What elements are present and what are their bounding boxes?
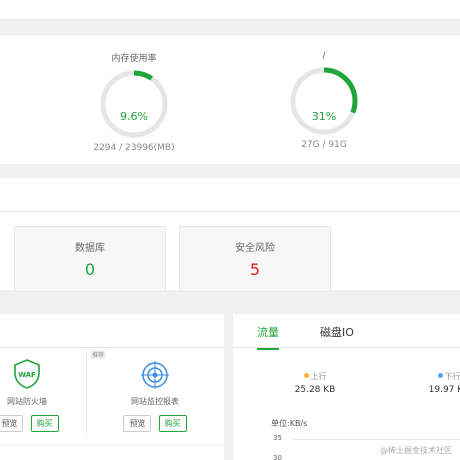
traffic-panel: 流量 磁盘IO 上行 25.28 KB 下行 19.97 KB 单位:KB/s … [233,314,460,460]
software-col-divider [86,348,87,438]
software-item-monitor: 网站监控报表 预览 购买 [100,348,210,432]
stat-card-security-risk[interactable]: 安全风险 5 [179,226,331,292]
software-row-divider [0,444,224,445]
y-tick-35: 35 [273,434,282,442]
buy-button-waf[interactable]: 购买 [30,415,59,432]
download-dot-icon [437,373,443,378]
software-name-waf: 网站防火墙 [7,397,47,406]
waf-icon-text: WAF [18,371,36,379]
software-item-waf: WAF 网站防火墙 预览 购买 [0,348,82,432]
software-name-monitor: 网站监控报表 [131,397,179,406]
waf-shield-icon: WAF [14,359,40,389]
upload-label: 上行 [310,372,327,381]
stat-value-security-risk[interactable]: 5 [180,260,330,279]
overview-panel: 数据库 0 安全风险 5 [0,178,460,292]
download-value: 19.97 KB [428,385,460,395]
buy-button-monitor[interactable]: 购买 [158,415,187,432]
memory-gauge-percent: 9.6% [120,110,148,123]
stat-label-security-risk: 安全风险 [235,243,275,254]
tab-disk-io[interactable]: 磁盘IO [320,324,354,348]
tabs-divider [233,347,460,348]
upload-stat: 上行 25.28 KB [275,371,355,395]
memory-gauge-ring [100,70,168,138]
download-stat: 下行 19.97 KB [409,371,460,395]
disk-gauge[interactable]: / 31% 27G / 91G [274,51,374,150]
chart-unit-label: 单位:KB/s [271,419,308,428]
disk-gauge-usage: 27G / 91G [301,140,347,150]
watermark: @稀土掘金技术社区 [380,446,452,455]
software-panel: WAF 网站防火墙 预览 购买 推荐 网站监控报表 预览 购买 [0,314,224,460]
stat-card-database[interactable]: 数据库 0 [14,226,166,292]
disk-gauge-ring [290,67,358,135]
y-tick-30: 30 [273,454,282,460]
memory-gauge-title: 内存使用率 [111,54,157,64]
stat-label-database: 数据库 [75,243,105,254]
status-gauges-panel: 内存使用率 9.6% 2294 / 23996(MB) / 31% 27G / … [0,34,460,164]
memory-gauge[interactable]: 内存使用率 9.6% 2294 / 23996(MB) [84,51,184,153]
disk-gauge-title: / [322,51,326,61]
stat-value-database[interactable]: 0 [15,260,165,279]
preview-button-waf[interactable]: 预览 [0,415,24,432]
gridline-35 [293,439,460,440]
upload-value: 25.28 KB [294,385,336,395]
upload-dot-icon [303,373,309,378]
preview-button-monitor[interactable]: 预览 [123,415,152,432]
top-panel [0,0,460,20]
download-label: 下行 [444,372,460,381]
monitor-target-icon [141,361,169,389]
overview-divider [0,211,460,212]
disk-gauge-percent: 31% [311,110,337,123]
memory-gauge-usage: 2294 / 23996(MB) [93,143,175,153]
